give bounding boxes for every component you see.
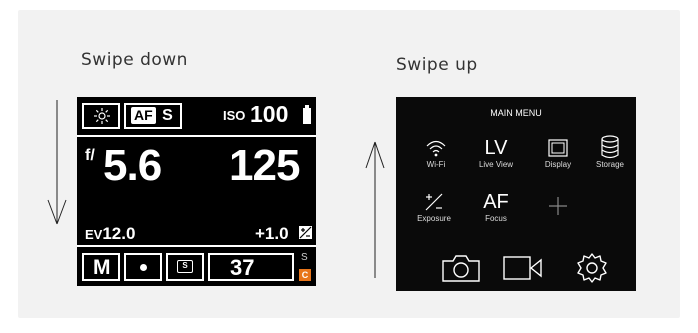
menu-item-label: Exposure xyxy=(417,214,451,223)
camera-icon[interactable] xyxy=(441,253,481,283)
iso-value[interactable]: 100 xyxy=(250,101,288,128)
menu-item-display[interactable]: Display xyxy=(530,137,586,169)
iso-label: ISO xyxy=(223,108,246,123)
af-badge: AF xyxy=(131,107,156,124)
exposure-comp-icon xyxy=(299,226,312,239)
menu-item-label: Live View xyxy=(478,160,514,169)
aperture-value[interactable]: 5.6 xyxy=(103,141,162,191)
exposure-mode-value: M xyxy=(93,256,111,279)
shots-remaining-bracket: 37 xyxy=(208,253,294,281)
shutter-value[interactable]: 125 xyxy=(229,141,300,191)
display-icon xyxy=(548,139,568,157)
spot-metering-icon xyxy=(140,264,147,271)
camera-status-screen[interactable]: AF S ISO 100 f/ 5.6 125 EV12.0 +1.0 M S … xyxy=(77,97,316,286)
menu-item-live-view[interactable]: LV Live View xyxy=(468,137,524,169)
aperture-prefix: f/ xyxy=(85,147,95,164)
main-menu-screen[interactable]: MAIN MENU Wi-Fi LV Live View Display Sto… xyxy=(396,97,636,291)
exposure-mode-bracket[interactable]: M xyxy=(82,253,120,281)
battery-icon xyxy=(303,105,311,124)
metering-bracket[interactable] xyxy=(124,253,162,281)
exposure-icon xyxy=(425,193,443,211)
ev-value: 12.0 xyxy=(102,224,136,243)
mode-bracket[interactable] xyxy=(82,103,120,129)
shots-remaining-value: 37 xyxy=(230,255,255,280)
ev-label: EV xyxy=(85,227,103,242)
top-divider xyxy=(77,135,316,137)
menu-item-label: Focus xyxy=(485,214,507,223)
drive-mode-bracket[interactable]: S xyxy=(166,253,204,281)
arrow-up-icon xyxy=(365,141,385,278)
card-badge: C xyxy=(299,269,311,281)
wifi-icon xyxy=(426,140,446,157)
drive-mode-icon: S xyxy=(177,260,193,273)
menu-item-label: Storage xyxy=(595,160,625,169)
focus-icon: AF xyxy=(483,191,509,213)
af-mode-value: S xyxy=(162,107,173,124)
exposure-comp-value[interactable]: +1.0 xyxy=(255,224,289,244)
menu-item-exposure[interactable]: Exposure xyxy=(406,191,462,223)
af-mode-bracket[interactable]: AF S xyxy=(124,103,182,129)
plus-icon xyxy=(549,197,567,215)
menu-item-wifi[interactable]: Wi-Fi xyxy=(408,137,464,169)
menu-item-storage[interactable]: Storage xyxy=(582,135,636,169)
arrow-down-icon xyxy=(47,100,67,225)
sun-icon xyxy=(94,108,110,124)
menu-item-label: Display xyxy=(544,160,572,169)
settings-icon[interactable] xyxy=(576,252,608,284)
menu-item-focus[interactable]: AF Focus xyxy=(468,191,524,223)
card-slot-label: S xyxy=(301,252,308,263)
live-view-icon: LV xyxy=(484,137,508,159)
storage-icon xyxy=(601,135,619,159)
menu-item-label: Wi-Fi xyxy=(426,160,446,169)
menu-item-add[interactable] xyxy=(530,195,586,217)
menu-title: MAIN MENU xyxy=(490,108,542,118)
bottom-divider xyxy=(77,245,316,247)
caption-swipe-down: Swipe down xyxy=(81,50,188,70)
caption-swipe-up: Swipe up xyxy=(396,55,478,75)
video-icon[interactable] xyxy=(502,255,544,281)
